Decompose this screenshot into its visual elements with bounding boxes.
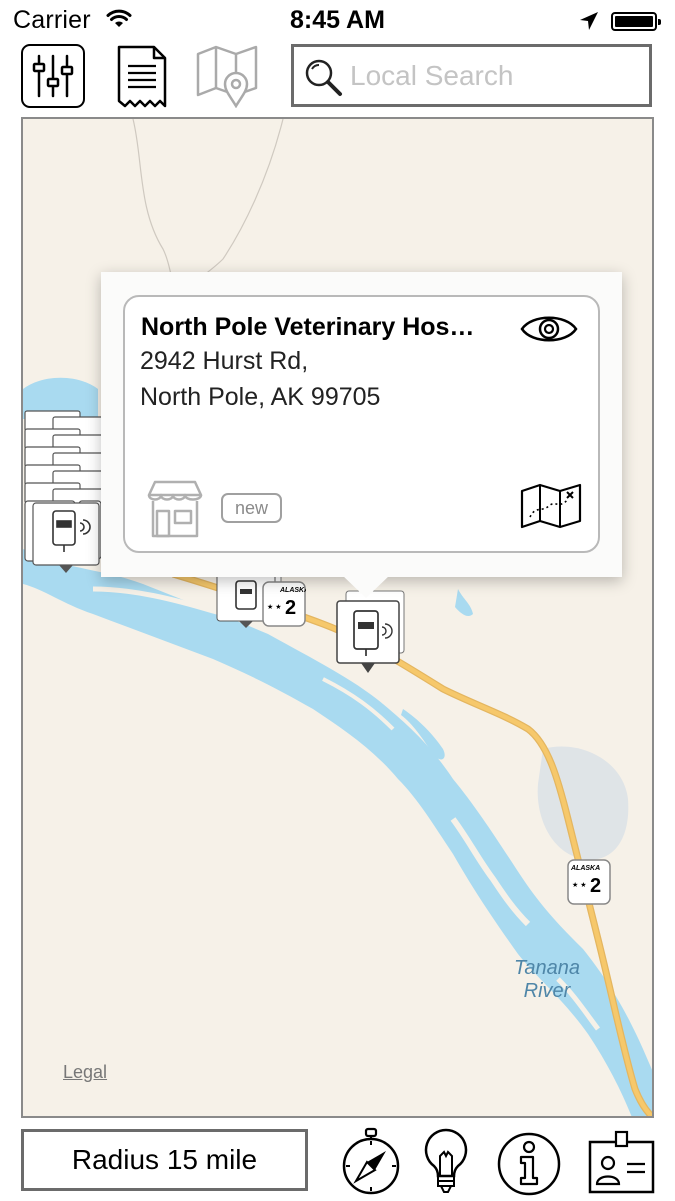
callout-pointer [341, 574, 391, 598]
svg-text:★ ★: ★ ★ [267, 603, 282, 611]
svg-text:2: 2 [590, 875, 601, 897]
highway-shield: ALASKA 2 ★ ★ [262, 581, 306, 627]
search-icon [302, 56, 344, 103]
contact-card-icon [588, 1130, 655, 1194]
receipt-list-icon [117, 45, 167, 108]
river-label-line1: Tanana [514, 957, 580, 979]
legal-link[interactable]: Legal [63, 1062, 107, 1083]
address-line-1: 2942 Hurst Rd, [140, 347, 309, 375]
info-button[interactable] [495, 1126, 563, 1201]
carrier-label: Carrier [13, 6, 91, 34]
eye-icon[interactable] [520, 309, 578, 354]
list-button[interactable] [114, 44, 178, 108]
info-icon [497, 1132, 561, 1196]
map-pin-icon [196, 45, 258, 109]
highway-shield: ALASKA 2 ★ ★ [567, 859, 611, 905]
pin-cluster[interactable] [23, 409, 113, 574]
compass-icon [342, 1127, 400, 1195]
clock: 8:45 AM [290, 6, 385, 34]
lightbulb-icon [424, 1128, 468, 1193]
wifi-icon [106, 9, 132, 34]
map-view-button[interactable] [194, 44, 258, 109]
search-input[interactable] [350, 57, 640, 95]
place-card[interactable]: North Pole Veterinary Hos… 2942 Hurst Rd… [123, 295, 600, 553]
search-bar[interactable] [291, 44, 652, 107]
map-view[interactable]: ALASKA 2 ★ ★ ALASKA 2 ★ ★ Tanana River L… [21, 117, 654, 1118]
sliders-icon [32, 54, 74, 98]
selected-pin[interactable] [334, 589, 410, 677]
place-name[interactable]: North Pole Veterinary Hos… [141, 313, 513, 342]
battery-icon [611, 12, 661, 31]
address-line-2: North Pole, AK 99705 [140, 383, 381, 411]
river-label: Tanana River [507, 957, 587, 1003]
filters-button[interactable] [21, 44, 85, 108]
radius-button[interactable]: Radius 15 mile [21, 1129, 308, 1191]
svg-text:2: 2 [285, 597, 296, 619]
contact-button[interactable] [587, 1126, 657, 1201]
svg-text:ALASKA: ALASKA [279, 587, 306, 594]
svg-text:★ ★: ★ ★ [572, 881, 587, 889]
tips-button[interactable] [420, 1126, 472, 1201]
location-arrow-icon [579, 11, 599, 36]
status-bar: Carrier 8:45 AM [0, 0, 675, 42]
route-map-icon[interactable] [520, 483, 582, 534]
new-badge: new [221, 493, 282, 523]
compass-button[interactable] [338, 1126, 404, 1201]
river-label-line2: River [523, 980, 571, 1002]
svg-text:ALASKA: ALASKA [570, 865, 600, 872]
storefront-icon [143, 479, 207, 544]
